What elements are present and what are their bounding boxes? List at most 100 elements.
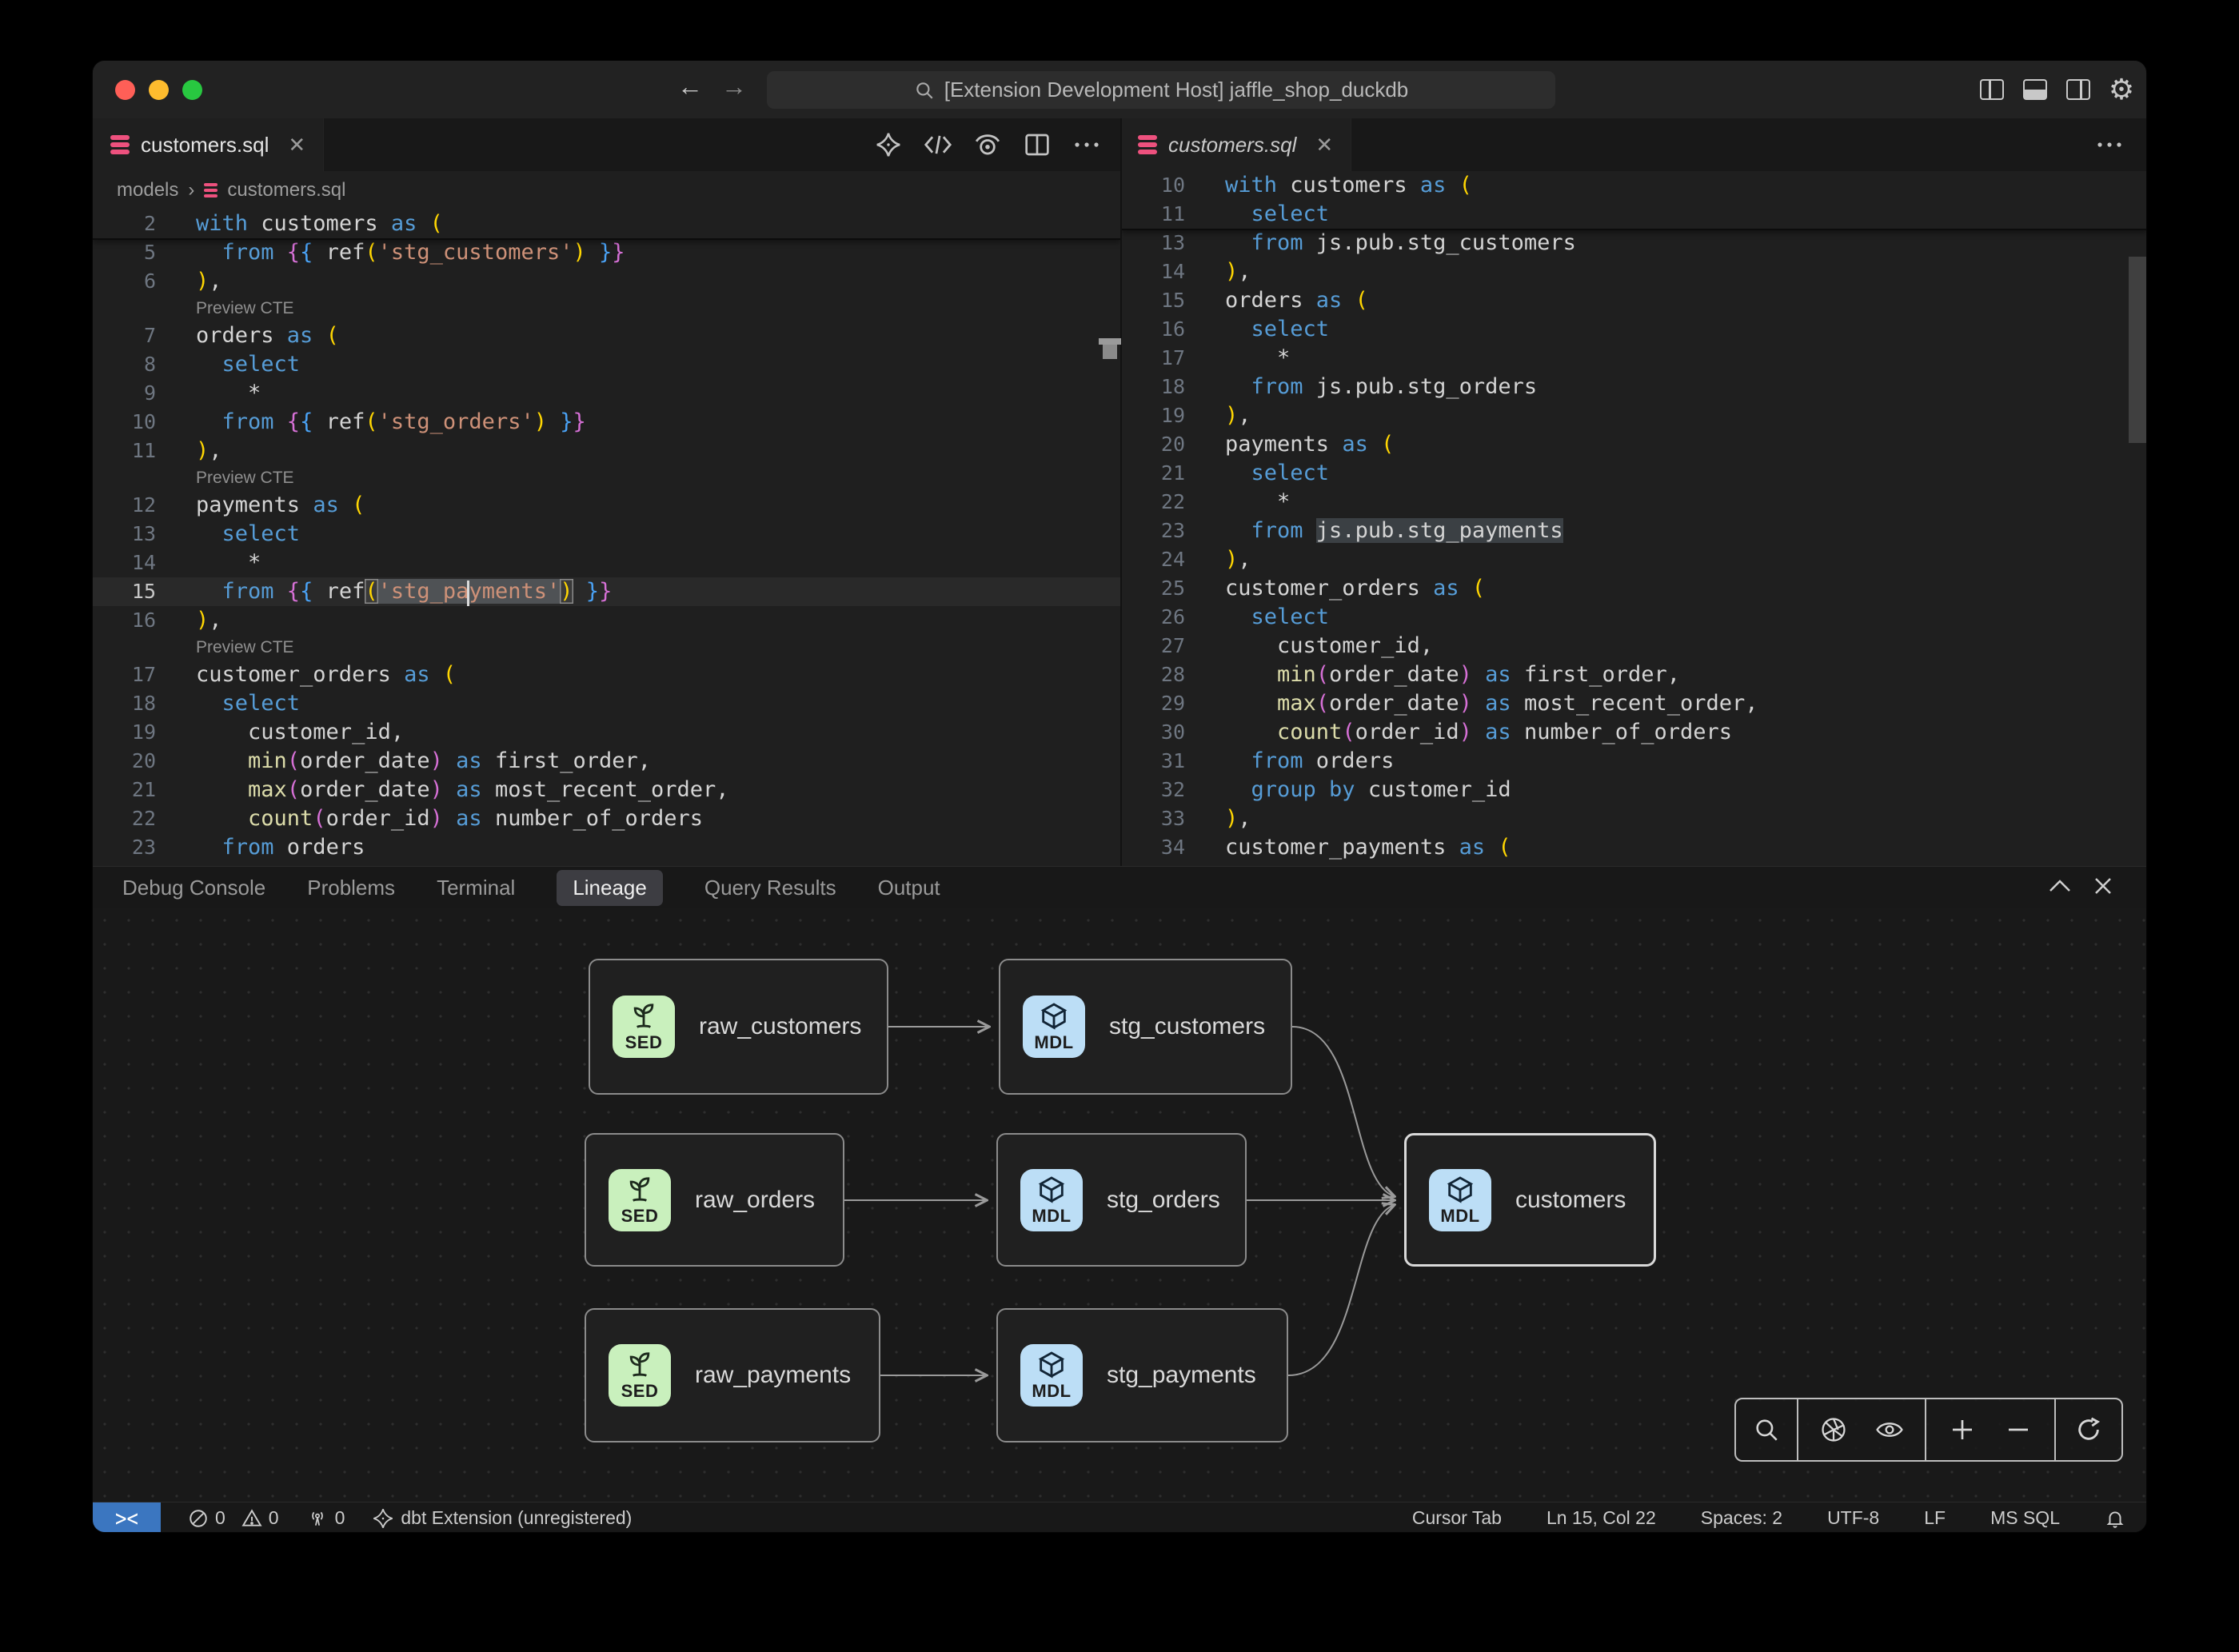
tab-customers-sql-left[interactable]: customers.sql ✕ (93, 118, 324, 171)
code-line[interactable]: 12payments as ( (93, 491, 1120, 520)
zoom-in-icon[interactable] (1948, 1415, 1977, 1444)
status-spaces-2[interactable]: Spaces: 2 (1701, 1507, 1782, 1529)
code-line[interactable]: 5 from {{ ref('stg_customers') }} (93, 238, 1120, 267)
codelens-preview-cte[interactable]: Preview CTE (93, 465, 1120, 491)
code-line[interactable]: 22 * (1122, 488, 2147, 517)
code-line[interactable]: 29 max(order_date) as most_recent_order, (1122, 689, 2147, 718)
more-actions-icon[interactable] (1072, 130, 1101, 159)
code-line[interactable]: 17customer_orders as ( (93, 660, 1120, 689)
code-line[interactable]: 16), (93, 606, 1120, 635)
lineage-graph-canvas[interactable]: SEDraw_customers MDLstg_customers SEDraw_o… (93, 908, 2147, 1502)
code-line[interactable]: 28 min(order_date) as first_order, (1122, 660, 2147, 689)
code-line[interactable]: 19), (1122, 401, 2147, 430)
close-tab-icon[interactable]: ✕ (288, 133, 305, 158)
toggle-secondary-sidebar-icon[interactable] (2062, 74, 2094, 106)
code-line[interactable]: 14 * (93, 549, 1120, 577)
close-window-button[interactable] (115, 80, 135, 100)
status-ms-sql[interactable]: MS SQL (1990, 1507, 2060, 1529)
code-line[interactable]: 26 select (1122, 603, 2147, 632)
code-line[interactable]: 15 from {{ ref('stg_payments') }} (93, 577, 1120, 606)
code-line[interactable]: 32 group by customer_id (1122, 776, 2147, 804)
code-line[interactable]: 11), (93, 437, 1120, 465)
aperture-icon[interactable] (1819, 1415, 1848, 1444)
code-line[interactable]: 33), (1122, 804, 2147, 833)
code-line[interactable]: 8 select (93, 350, 1120, 379)
code-line[interactable]: 7orders as ( (93, 321, 1120, 350)
navigate-forward-icon[interactable]: → (716, 72, 752, 102)
code-line[interactable]: 21 select (1122, 459, 2147, 488)
zoom-window-button[interactable] (182, 80, 202, 100)
left-editor-scrollbar[interactable] (1099, 338, 1121, 345)
lineage-node-raw_payments[interactable]: SEDraw_payments (585, 1308, 880, 1443)
lineage-node-raw_customers[interactable]: SEDraw_customers (589, 959, 888, 1095)
code-line[interactable]: 21 max(order_date) as most_recent_order, (93, 776, 1120, 804)
lineage-node-customers[interactable]: MDLcustomers (1404, 1133, 1656, 1267)
breadcrumb-file[interactable]: customers.sql (227, 179, 345, 202)
breadcrumb-folder[interactable]: models (117, 179, 178, 202)
panel-tab-query-results[interactable]: Query Results (704, 876, 836, 900)
code-line[interactable]: 6), (93, 267, 1120, 296)
code-line[interactable]: 24), (1122, 545, 2147, 574)
code-line[interactable]: 18 select (93, 689, 1120, 718)
refresh-icon[interactable] (2074, 1415, 2103, 1444)
split-editor-icon[interactable] (1023, 130, 1052, 159)
dbt-icon[interactable] (874, 130, 903, 159)
lineage-node-stg_customers[interactable]: MDLstg_customers (999, 959, 1292, 1095)
code-line[interactable]: 14), (1122, 257, 2147, 286)
more-actions-icon[interactable] (2095, 130, 2124, 159)
close-panel-icon[interactable] (2089, 872, 2117, 900)
minimize-window-button[interactable] (149, 80, 169, 100)
code-line[interactable]: 19 customer_id, (93, 718, 1120, 747)
sticky-scroll[interactable]: 10with customers as (11 select (1122, 171, 2147, 230)
code-line[interactable]: 22 count(order_id) as number_of_orders (93, 804, 1120, 833)
code-line[interactable]: 10 from {{ ref('stg_orders') }} (93, 408, 1120, 437)
code-line[interactable]: 17 * (1122, 344, 2147, 373)
panel-tab-debug-console[interactable]: Debug Console (122, 876, 265, 900)
code-line[interactable]: 2with customers as ( (93, 209, 1120, 238)
code-line[interactable]: 30 count(order_id) as number_of_orders (1122, 718, 2147, 747)
problems-status[interactable]: 0 0 (188, 1507, 279, 1529)
status-cursor-tab[interactable]: Cursor Tab (1412, 1507, 1502, 1529)
code-line[interactable]: 13 select (93, 520, 1120, 549)
panel-tab-output[interactable]: Output (878, 876, 940, 900)
eye-icon[interactable] (1875, 1415, 1904, 1444)
panel-tab-problems[interactable]: Problems (307, 876, 395, 900)
sticky-scroll[interactable]: 2with customers as ( (93, 209, 1120, 240)
code-line[interactable]: 10with customers as ( (1122, 171, 2147, 200)
code-line[interactable]: 31 from orders (1122, 747, 2147, 776)
panel-tab-lineage[interactable]: Lineage (557, 870, 663, 906)
dbt-extension-status[interactable]: dbt Extension (unregistered) (372, 1507, 632, 1530)
search-icon[interactable] (1753, 1415, 1780, 1444)
code-line[interactable]: 16 select (1122, 315, 2147, 344)
open-preview-icon[interactable] (973, 130, 1002, 159)
panel-tab-terminal[interactable]: Terminal (437, 876, 515, 900)
command-center-search[interactable]: [Extension Development Host] jaffle_shop… (767, 71, 1555, 109)
compiled-code-icon[interactable] (924, 130, 952, 159)
code-line[interactable]: 18 from js.pub.stg_orders (1122, 373, 2147, 401)
toggle-panel-icon[interactable] (2019, 74, 2051, 106)
breadcrumb[interactable]: models › customers.sql (93, 171, 1120, 209)
lineage-node-stg_payments[interactable]: MDLstg_payments (996, 1308, 1288, 1443)
editor-group-divider[interactable] (1120, 118, 1122, 866)
code-line[interactable]: 20payments as ( (1122, 430, 2147, 459)
remote-indicator[interactable]: >< (93, 1502, 161, 1534)
maximize-panel-icon[interactable] (2045, 872, 2074, 900)
code-line[interactable]: 20 min(order_date) as first_order, (93, 747, 1120, 776)
code-line[interactable]: 34customer_payments as ( (1122, 833, 2147, 862)
code-line[interactable]: 23 from orders (93, 833, 1120, 862)
status-lf[interactable]: LF (1924, 1507, 1946, 1529)
lineage-node-stg_orders[interactable]: MDLstg_orders (996, 1133, 1247, 1267)
lineage-node-raw_orders[interactable]: SEDraw_orders (585, 1133, 844, 1267)
status-ln-15-col-22[interactable]: Ln 15, Col 22 (1547, 1507, 1656, 1529)
navigate-back-icon[interactable]: ← (672, 72, 708, 102)
right-editor-scrollbar[interactable] (2129, 257, 2146, 443)
code-line[interactable]: 11 select (1122, 200, 2147, 229)
zoom-out-icon[interactable] (2004, 1415, 2033, 1444)
ports-status[interactable]: 0 (306, 1507, 345, 1529)
code-line[interactable]: 25customer_orders as ( (1122, 574, 2147, 603)
editor-source-sql[interactable]: 5 from {{ ref('stg_customers') }}6), Prev… (93, 209, 1120, 866)
notifications-bell-icon[interactable] (2105, 1508, 2125, 1529)
status-utf-8[interactable]: UTF-8 (1827, 1507, 1879, 1529)
code-line[interactable]: 9 * (93, 379, 1120, 408)
code-line[interactable]: 27 customer_id, (1122, 632, 2147, 660)
